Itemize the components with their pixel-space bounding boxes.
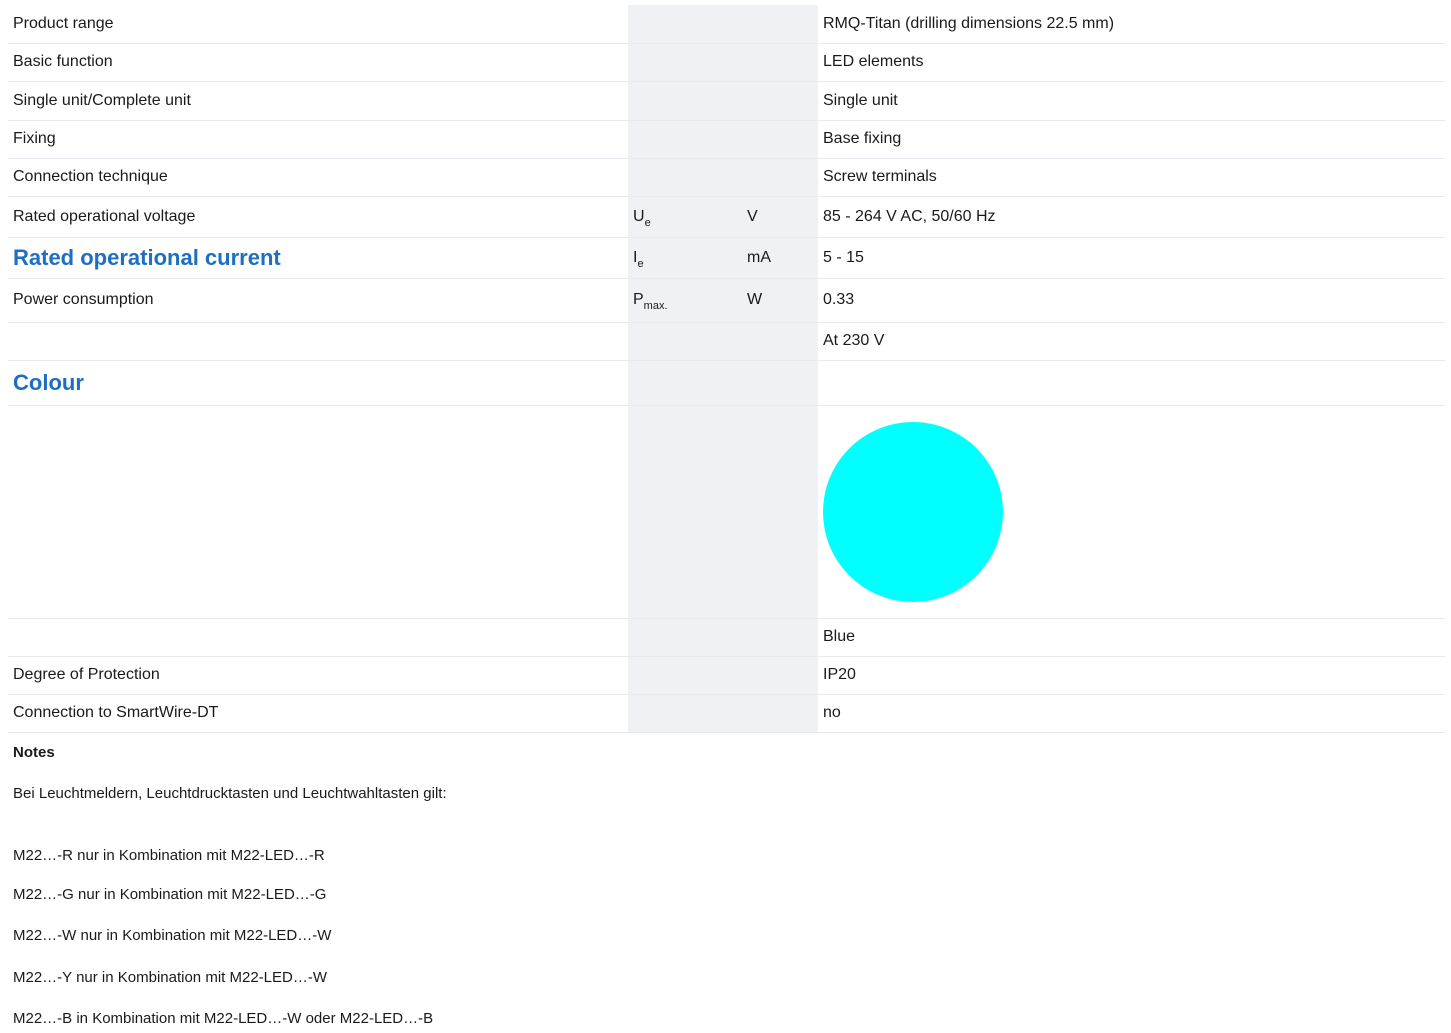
table-row: Connection technique Screw terminals (8, 158, 1445, 197)
notes-title: Notes (13, 744, 55, 761)
table-row: Rated operational voltage Ue V 85 - 264 … (8, 196, 1445, 238)
row-unit (742, 618, 818, 657)
row-value: 0.33 (818, 278, 1445, 323)
row-unit (742, 43, 818, 82)
row-value: no (818, 694, 1445, 733)
notes-line: M22…-W nur in Kombination mit M22-LED…-W (13, 927, 332, 944)
row-value: Blue (818, 618, 1445, 657)
row-label: Degree of Protection (8, 656, 628, 695)
row-value: 85 - 264 V AC, 50/60 Hz (818, 196, 1445, 238)
row-symbol (628, 120, 742, 159)
row-unit: mA (742, 237, 818, 279)
row-symbol (628, 5, 742, 44)
row-label (8, 405, 628, 619)
table-row: Blue (8, 618, 1445, 657)
row-label: Power consumption (8, 278, 628, 323)
row-value: 5 - 15 (818, 237, 1445, 279)
colour-swatch (823, 421, 1003, 602)
row-symbol (628, 322, 742, 361)
row-symbol: Ie (628, 237, 742, 279)
row-symbol (628, 405, 742, 619)
table-row: Product range RMQ-Titan (drilling dimens… (8, 5, 1445, 44)
row-unit (742, 5, 818, 44)
table-row: Basic function LED elements (8, 43, 1445, 82)
row-unit (742, 405, 818, 619)
notes-line: M22…-G nur in Kombination mit M22-LED…-G (13, 886, 327, 903)
table-row (8, 405, 1445, 619)
row-value: LED elements (818, 43, 1445, 82)
row-symbol (628, 618, 742, 657)
notes-intro: Bei Leuchtmeldern, Leuchtdrucktasten und… (13, 785, 447, 802)
row-value: At 230 V (818, 322, 1445, 361)
table-row: Colour (8, 360, 1445, 406)
row-unit: W (742, 278, 818, 323)
table-row: Power consumption Pmax. W 0.33 (8, 278, 1445, 323)
row-value: IP20 (818, 656, 1445, 695)
notes-line: M22…-B in Kombination mit M22-LED…-W ode… (13, 1010, 434, 1027)
row-label: Product range (8, 5, 628, 44)
row-unit (742, 120, 818, 159)
row-symbol (628, 360, 742, 406)
row-unit (742, 694, 818, 733)
notes-line: M22…-Y nur in Kombination mit M22-LED…-W (13, 969, 327, 986)
row-value: Base fixing (818, 120, 1445, 159)
row-label: Fixing (8, 120, 628, 159)
row-symbol (628, 694, 742, 733)
row-label (8, 322, 628, 361)
row-value (818, 405, 1445, 619)
table-row: Degree of Protection IP20 (8, 656, 1445, 695)
spec-table-container: Product range RMQ-Titan (drilling dimens… (8, 5, 1445, 733)
row-symbol (628, 43, 742, 82)
row-symbol: Ue (628, 196, 742, 238)
table-row: Fixing Base fixing (8, 120, 1445, 159)
notes-line: M22…-R nur in Kombination mit M22-LED…-R (13, 847, 325, 864)
row-label (8, 618, 628, 657)
table-row: Rated operational current Ie mA 5 - 15 (8, 237, 1445, 279)
row-unit: V (742, 196, 818, 238)
row-label: Connection to SmartWire-DT (8, 694, 628, 733)
row-symbol (628, 158, 742, 197)
row-value: Single unit (818, 81, 1445, 121)
row-label: Basic function (8, 43, 628, 82)
row-unit (742, 322, 818, 361)
row-symbol: Pmax. (628, 278, 742, 323)
row-unit (742, 656, 818, 695)
row-heading: Colour (8, 360, 628, 406)
table-row: Single unit/Complete unit Single unit (8, 81, 1445, 121)
row-label: Connection technique (8, 158, 628, 197)
row-value: RMQ-Titan (drilling dimensions 22.5 mm) (818, 5, 1445, 44)
row-symbol (628, 81, 742, 121)
table-row: Connection to SmartWire-DT no (8, 694, 1445, 733)
row-unit (742, 81, 818, 121)
row-unit (742, 360, 818, 406)
row-label: Single unit/Complete unit (8, 81, 628, 121)
spec-table: Product range RMQ-Titan (drilling dimens… (8, 5, 1445, 733)
row-heading: Rated operational current (8, 237, 628, 279)
row-unit (742, 158, 818, 197)
row-value: Screw terminals (818, 158, 1445, 197)
row-value (818, 360, 1445, 406)
table-row: At 230 V (8, 322, 1445, 361)
row-symbol (628, 656, 742, 695)
row-label: Rated operational voltage (8, 196, 628, 238)
